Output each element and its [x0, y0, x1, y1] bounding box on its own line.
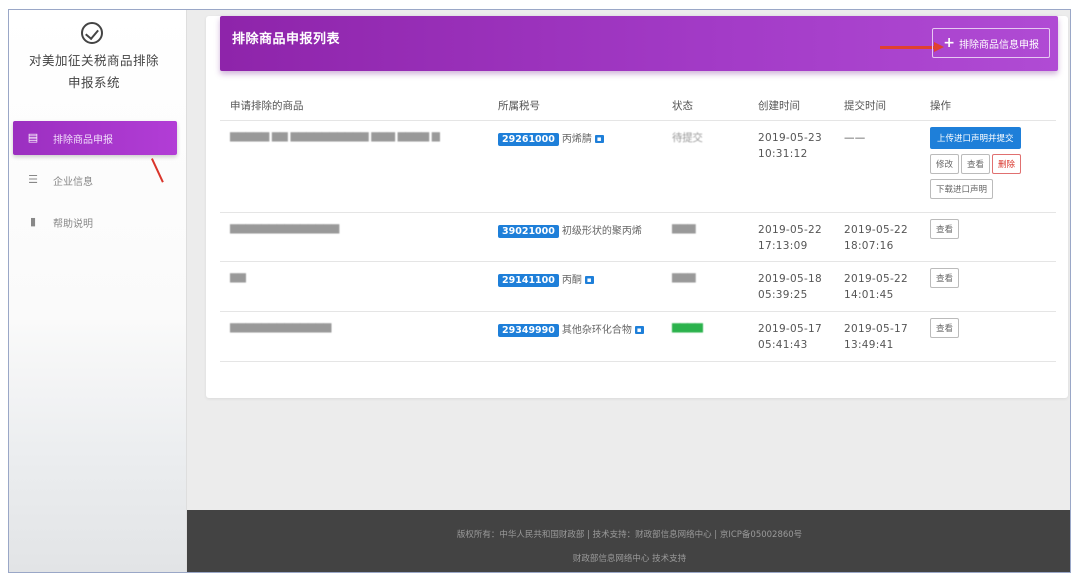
tag-badge-icon: ▪	[594, 134, 604, 143]
system-title: 对美加征关税商品排除 申报系统	[9, 50, 179, 94]
column-header: 所属税号	[488, 92, 662, 121]
annotation-arrow	[880, 42, 944, 52]
sidebar: 对美加征关税商品排除 申报系统 ▤ 排除商品申报 ☰ 企业信息 ▮ 帮助说明	[9, 10, 187, 572]
submitted-time: 13:49:41	[844, 338, 894, 351]
created-date: 2019-05-22	[758, 223, 823, 236]
product-name: ▆▆▆▆▆▆▆▆▆▆▆▆▆	[230, 320, 332, 333]
submitted-date: 2019-05-22	[844, 223, 909, 236]
created-date: 2019-05-23	[758, 131, 823, 144]
tariff-code: 29141100	[498, 273, 559, 287]
status-text: ▆▆▆	[672, 221, 696, 234]
add-declaration-label: 排除商品信息申报	[959, 39, 1039, 51]
status-text: ▆▆▆▆	[672, 320, 703, 333]
status-text: ▆▆▆	[672, 270, 696, 283]
tariff-name: 丙酮	[561, 274, 582, 286]
check-circle-logo-icon	[81, 22, 103, 44]
column-header: 提交时间	[834, 92, 920, 121]
created-date: 2019-05-17	[758, 322, 823, 335]
sidebar-item-help[interactable]: ▮ 帮助说明	[13, 205, 177, 239]
submitted-time: 18:07:16	[844, 239, 894, 252]
created-time: 05:41:43	[758, 338, 808, 351]
sidebar-item-label: 企业信息	[53, 176, 93, 188]
view-button[interactable]: 查看	[930, 267, 960, 288]
created-time: 10:31:12	[758, 147, 808, 160]
status-text: 待提交	[672, 131, 703, 144]
list-card-icon: ▤	[27, 131, 39, 144]
system-title-line1: 对美加征关税商品排除	[28, 53, 159, 68]
main-panel: 排除商品申报列表 + 排除商品信息申报 申请排除的商品 所属税号 状态 创建时间…	[206, 16, 1068, 398]
column-header: 创建时间	[748, 92, 834, 121]
view-button[interactable]: 查看	[961, 153, 991, 174]
document-icon: ▮	[29, 215, 37, 228]
add-declaration-button[interactable]: + 排除商品信息申报	[932, 28, 1050, 58]
sidebar-item-label: 排除商品申报	[53, 134, 113, 146]
column-header: 申请排除的商品	[220, 92, 488, 121]
tariff-code: 29349990	[498, 323, 559, 337]
tariff-name: 其他杂环化合物	[561, 324, 632, 336]
table-row: ▆▆▆▆▆ ▆▆ ▆▆▆▆▆▆▆▆▆▆ ▆▆▆ ▆▆▆▆ ▆ 29261000 丙…	[220, 120, 1056, 213]
list-header: 排除商品申报列表 + 排除商品信息申报	[220, 16, 1058, 71]
sidebar-item-label: 帮助说明	[53, 218, 93, 230]
footer-copyright: 版权所有：中华人民共和国财政部 | 技术支持：财政部信息网络中心 | 京ICP备…	[456, 530, 803, 540]
column-header: 操作	[920, 92, 1056, 121]
system-title-line2: 申报系统	[67, 75, 120, 90]
table-row: ▆▆▆▆▆▆▆▆▆▆▆▆▆▆ 39021000 初级形状的聚丙烯 ▆▆▆ 2019…	[220, 212, 1056, 262]
tariff-name: 丙烯腈	[561, 133, 592, 145]
tariff-code: 39021000	[498, 224, 559, 238]
product-name: ▆▆▆▆▆ ▆▆ ▆▆▆▆▆▆▆▆▆▆ ▆▆▆ ▆▆▆▆ ▆	[230, 129, 440, 142]
app-window: 对美加征关税商品排除 申报系统 ▤ 排除商品申报 ☰ 企业信息 ▮ 帮助说明 排…	[8, 9, 1071, 573]
submitted-date: ——	[844, 131, 866, 144]
submitted-time: 14:01:45	[844, 288, 894, 301]
sidebar-item-company-info[interactable]: ☰ 企业信息	[13, 163, 177, 197]
delete-button[interactable]: 删除	[992, 153, 1022, 174]
plus-icon: +	[943, 35, 955, 51]
upload-submit-button[interactable]: 上传进口声明并提交	[930, 126, 1021, 149]
column-header: 状态	[662, 92, 748, 121]
edit-button[interactable]: 修改	[930, 153, 960, 174]
footer-support: 财政部信息网络中心 技术支持	[572, 554, 687, 564]
tag-badge-icon: ▪	[584, 275, 594, 284]
table-row: ▆▆ 29141100 丙酮 ▪ ▆▆▆ 2019-05-18 05:39:25 2…	[220, 261, 1056, 312]
page-title: 排除商品申报列表	[232, 32, 341, 47]
declaration-table: 申请排除的商品 所属税号 状态 创建时间 提交时间 操作 ▆▆▆▆▆ ▆▆ ▆▆…	[220, 92, 1056, 362]
tariff-code: 29261000	[498, 132, 559, 146]
submitted-date: 2019-05-22	[844, 272, 909, 285]
view-button[interactable]: 查看	[930, 317, 960, 338]
submitted-date: 2019-05-17	[844, 322, 909, 335]
created-time: 05:39:25	[758, 288, 808, 301]
sliders-icon: ☰	[28, 173, 38, 186]
view-button[interactable]: 查看	[930, 218, 960, 239]
created-date: 2019-05-18	[758, 272, 823, 285]
table-row: ▆▆▆▆▆▆▆▆▆▆▆▆▆ 29349990 其他杂环化合物 ▪ ▆▆▆▆ 2019…	[220, 311, 1056, 362]
tariff-name: 初级形状的聚丙烯	[561, 225, 642, 237]
table-header-row: 申请排除的商品 所属税号 状态 创建时间 提交时间 操作	[220, 92, 1056, 121]
sidebar-item-product-declaration[interactable]: ▤ 排除商品申报	[13, 121, 177, 155]
product-name: ▆▆▆▆▆▆▆▆▆▆▆▆▆▆	[230, 221, 339, 234]
tag-badge-icon: ▪	[634, 325, 644, 334]
created-time: 17:13:09	[758, 239, 808, 252]
footer: 版权所有：中华人民共和国财政部 | 技术支持：财政部信息网络中心 | 京ICP备…	[187, 510, 1070, 572]
product-name: ▆▆	[230, 270, 246, 283]
download-declaration-button[interactable]: 下载进口声明	[930, 178, 994, 199]
